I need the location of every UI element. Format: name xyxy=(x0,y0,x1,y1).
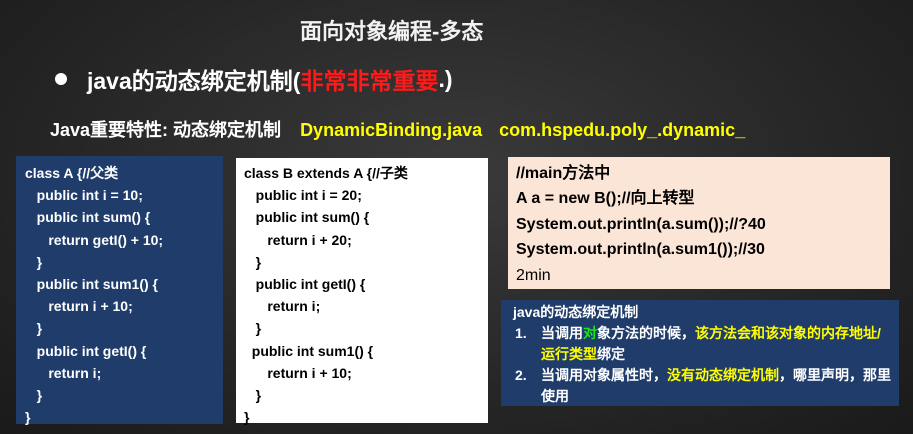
code-line: } xyxy=(25,387,43,404)
code-line: } xyxy=(244,387,262,404)
code-line: public int getI() { xyxy=(25,342,147,359)
feature-file: DynamicBinding.java xyxy=(300,120,483,140)
code-line: public int i = 20; xyxy=(244,187,362,204)
code-line: class A {//父类 xyxy=(25,165,119,181)
bullet-prefix: java的动态绑定机制( xyxy=(87,68,301,94)
code-line: return i + 20; xyxy=(244,231,352,248)
class-a-code-box: class A {//父类 public int i = 10; public … xyxy=(16,156,223,425)
code-line: public int sum() { xyxy=(25,209,151,226)
code-line: class B extends A {//子类 xyxy=(244,165,408,181)
slide-title: 面向对象编程-多态 xyxy=(300,19,484,44)
class-b-code-box: class B extends A {//子类 public int i = 2… xyxy=(236,158,488,425)
main-line: System.out.println(a.sum());//?40 xyxy=(516,215,766,233)
code-line: } xyxy=(25,253,43,270)
note2-highlight: 没有动态绑定机制 xyxy=(667,367,779,383)
main-line: //main方法中 xyxy=(516,165,611,182)
code-line: return getI() + 10; xyxy=(25,231,164,248)
feature-line: Java重要特性: 动态绑定机制 DynamicBinding.java com… xyxy=(50,116,745,142)
feature-package: com.hspedu.poly_.dynamic_ xyxy=(499,120,746,140)
note1-green-char: 对 xyxy=(583,325,597,341)
code-line: return i + 10; xyxy=(244,364,352,381)
code-line: } xyxy=(244,253,262,270)
feature-label: Java重要特性: 动态绑定机制 xyxy=(50,120,282,140)
notes-heading: java的动态绑定机制 xyxy=(513,304,639,320)
note1-part2: 象方法的时候， xyxy=(597,325,695,341)
binding-rules-box: java的动态绑定机制 1. 当调用对象方法的时候，该方法会和该对象的内存地址/… xyxy=(501,300,899,406)
code-line: public int sum() { xyxy=(244,209,370,226)
bullet-suffix: .) xyxy=(438,65,453,92)
code-line: return i + 10; xyxy=(25,298,133,315)
time-note: 2min xyxy=(516,266,551,284)
main-line: System.out.println(a.sum1());//30 xyxy=(516,241,765,259)
note-number: 1. xyxy=(515,325,527,341)
note2-part1: 当调用对象属性时， xyxy=(541,367,667,383)
code-line: } xyxy=(25,409,31,426)
code-line: public int getI() { xyxy=(244,276,366,293)
note1-part1: 当调用 xyxy=(541,325,583,341)
bullet-emphasis: 非常非常重要 xyxy=(300,68,439,94)
code-line: public int sum1() { xyxy=(244,342,374,359)
main-method-box: //main方法中 A a = new B();//向上转型 System.ou… xyxy=(508,157,890,289)
bullet-heading: java的动态绑定机制(非常非常重要.) xyxy=(55,62,453,96)
note-text-2: 当调用对象属性时，没有动态绑定机制，哪里声明，那里使用 xyxy=(541,365,891,407)
code-line: public int sum1() { xyxy=(25,276,159,293)
code-line: } xyxy=(244,409,250,426)
code-line: return i; xyxy=(244,298,321,315)
note-item-2: 2. 当调用对象属性时，没有动态绑定机制，哪里声明，那里使用 xyxy=(511,365,891,407)
code-line: return i; xyxy=(25,364,102,381)
code-line: } xyxy=(25,320,43,337)
code-line: } xyxy=(244,320,262,337)
code-line: public int i = 10; xyxy=(25,187,143,204)
note-text-1: 当调用对象方法的时候，该方法会和该对象的内存地址/运行类型绑定 xyxy=(541,323,891,365)
note-item-1: 1. 当调用对象方法的时候，该方法会和该对象的内存地址/运行类型绑定 xyxy=(511,323,891,365)
note1-part3: 绑定 xyxy=(597,346,625,362)
main-line: A a = new B();//向上转型 xyxy=(516,190,695,208)
bullet-dot-icon xyxy=(55,73,67,85)
note-number: 2. xyxy=(515,367,527,383)
